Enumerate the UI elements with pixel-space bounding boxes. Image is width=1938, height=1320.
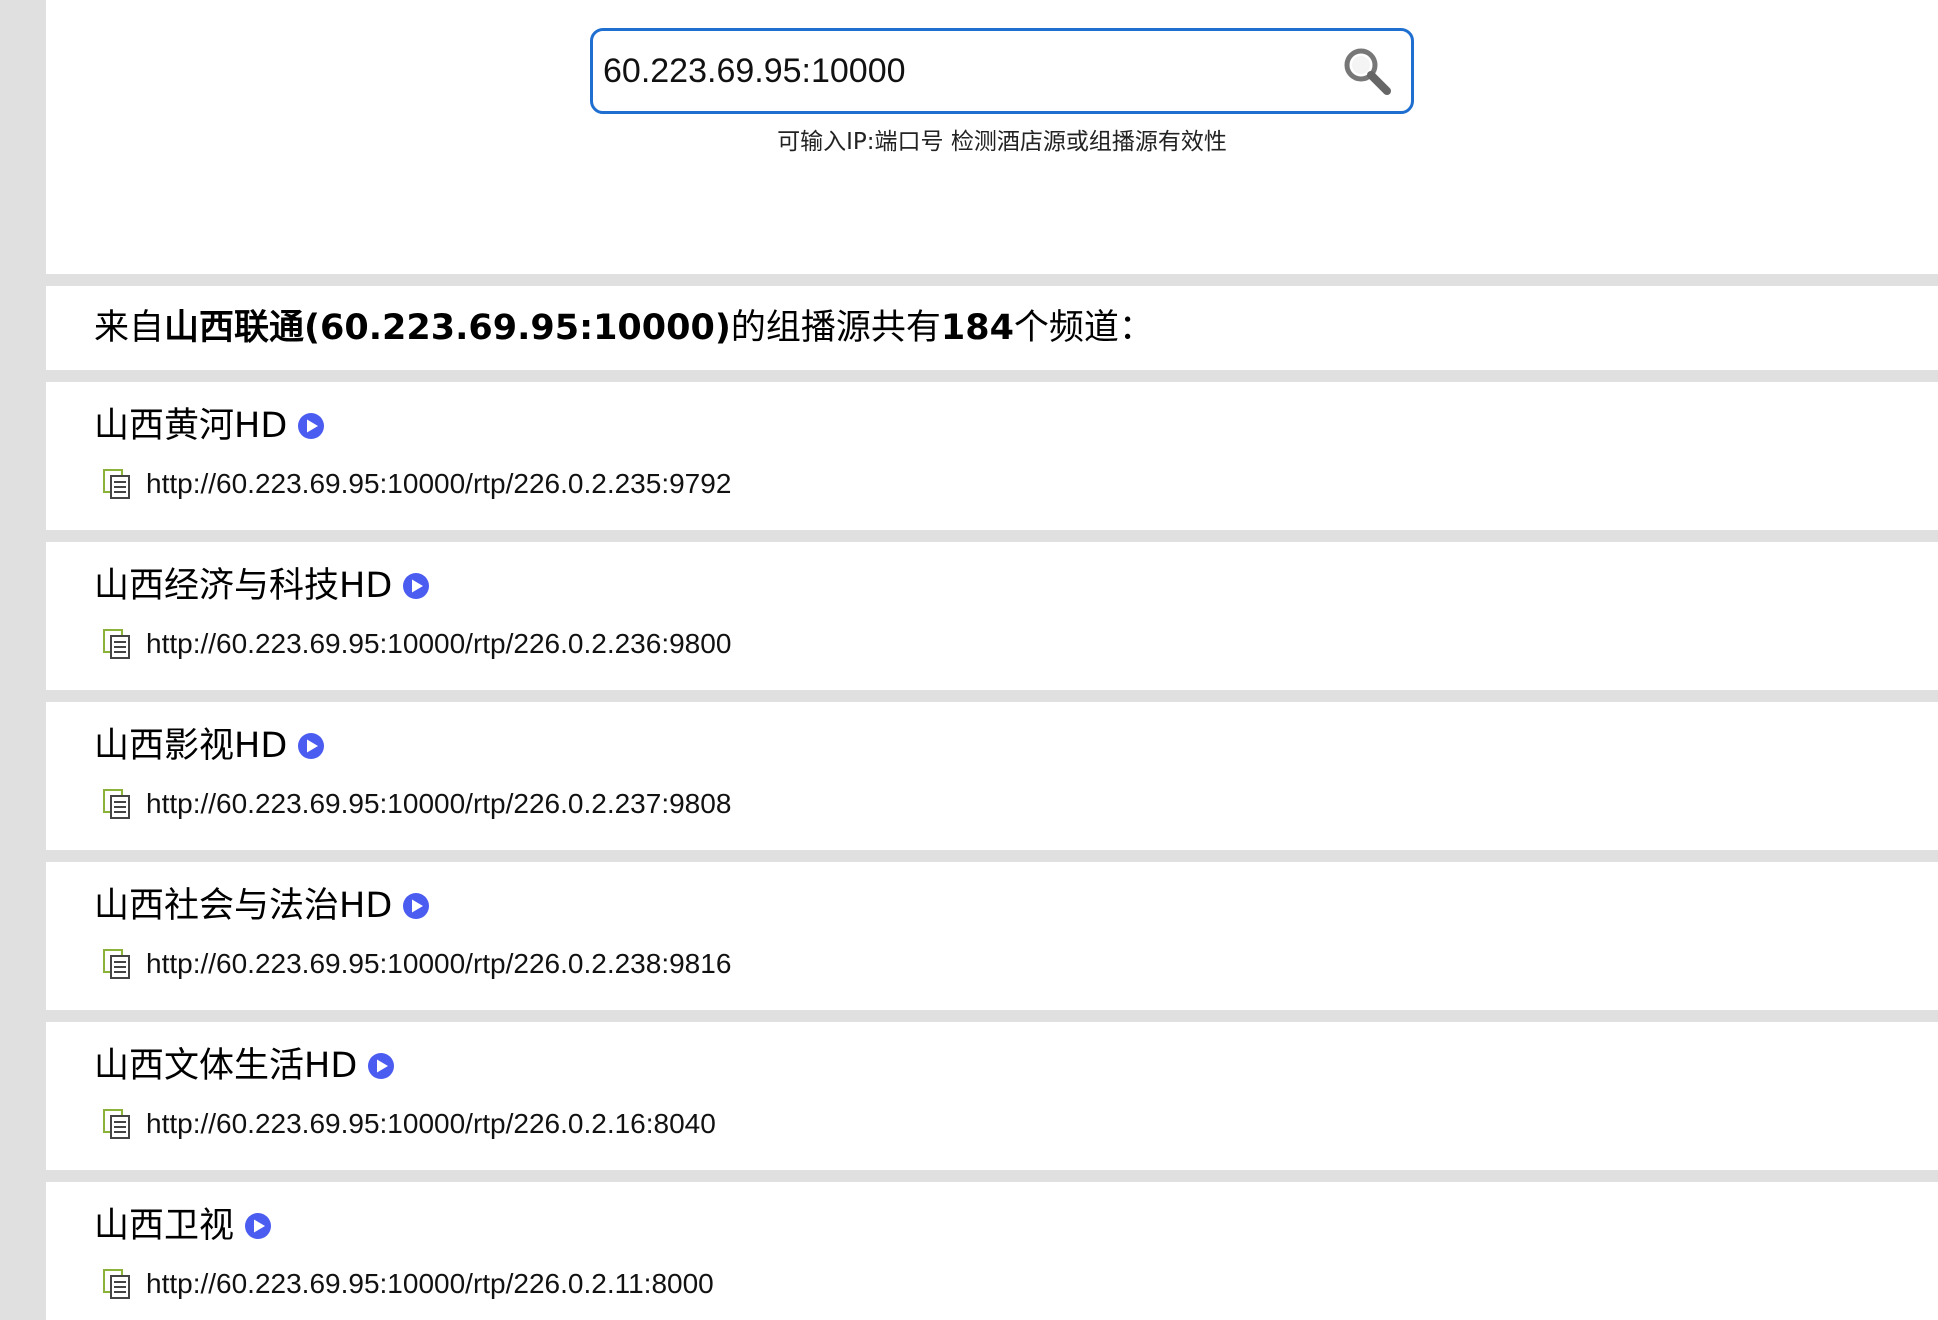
document-copy-icon[interactable]: [102, 1268, 132, 1300]
channel-name-row: 山西文体生活HD: [94, 1042, 395, 1090]
play-icon[interactable]: [402, 892, 430, 920]
channel-name: 山西卫视: [94, 1206, 235, 1246]
channel-url[interactable]: http://60.223.69.95:10000/rtp/226.0.2.16…: [146, 1108, 716, 1140]
channel-url-row: http://60.223.69.95:10000/rtp/226.0.2.23…: [102, 944, 731, 984]
channel-url-row: http://60.223.69.95:10000/rtp/226.0.2.23…: [102, 784, 731, 824]
channel-item: 山西文体生活HD http://60.223.69.95:10000/rtp/22…: [46, 1022, 1938, 1170]
channel-url[interactable]: http://60.223.69.95:10000/rtp/226.0.2.23…: [146, 788, 731, 820]
channel-item: 山西影视HD http://60.223.69.95:10000/rtp/226.…: [46, 702, 1938, 850]
search-icon[interactable]: [1339, 43, 1395, 99]
channel-url-row: http://60.223.69.95:10000/rtp/226.0.2.16…: [102, 1104, 716, 1144]
play-icon[interactable]: [297, 732, 325, 760]
channel-name: 山西社会与法治HD: [94, 886, 393, 926]
channel-item: 山西经济与科技HD http://60.223.69.95:10000/rtp/2…: [46, 542, 1938, 690]
channel-item: 山西黄河HD http://60.223.69.95:10000/rtp/226.…: [46, 382, 1938, 530]
channel-name-row: 山西社会与法治HD: [94, 882, 430, 930]
summary-middle: 的组播源共有: [730, 308, 941, 348]
channel-url[interactable]: http://60.223.69.95:10000/rtp/226.0.2.23…: [146, 948, 731, 980]
channel-name: 山西黄河HD: [94, 406, 288, 446]
search-section: 可输入IP:端口号 检测酒店源或组播源有效性: [46, 0, 1938, 274]
document-copy-icon[interactable]: [102, 948, 132, 980]
document-copy-icon[interactable]: [102, 1108, 132, 1140]
search-hint: 可输入IP:端口号 检测酒店源或组播源有效性: [777, 129, 1227, 155]
summary-source: 山西联通(60.223.69.95:10000): [164, 308, 731, 348]
play-icon[interactable]: [297, 412, 325, 440]
channel-name-row: 山西黄河HD: [94, 402, 325, 450]
document-copy-icon[interactable]: [102, 788, 132, 820]
document-copy-icon[interactable]: [102, 628, 132, 660]
channel-name: 山西经济与科技HD: [94, 566, 393, 606]
channel-item: 山西卫视 http://60.223.69.95:10000/rtp/226.0.…: [46, 1182, 1938, 1320]
search-input[interactable]: [603, 41, 1333, 101]
summary-prefix: 来自: [94, 308, 165, 348]
page: 可输入IP:端口号 检测酒店源或组播源有效性 来自山西联通(60.223.69.…: [46, 0, 1938, 1320]
play-icon[interactable]: [244, 1212, 272, 1240]
summary-count: 184: [940, 308, 1014, 348]
channel-name-row: 山西经济与科技HD: [94, 562, 430, 610]
channel-url[interactable]: http://60.223.69.95:10000/rtp/226.0.2.23…: [146, 468, 731, 500]
channel-item: 山西社会与法治HD http://60.223.69.95:10000/rtp/2…: [46, 862, 1938, 1010]
channel-summary: 来自山西联通(60.223.69.95:10000)的组播源共有184个频道：: [46, 286, 1938, 370]
search-box[interactable]: [590, 28, 1414, 114]
document-copy-icon[interactable]: [102, 468, 132, 500]
channel-url[interactable]: http://60.223.69.95:10000/rtp/226.0.2.23…: [146, 628, 731, 660]
play-icon[interactable]: [367, 1052, 395, 1080]
channel-name-row: 山西卫视: [94, 1202, 272, 1250]
channel-name: 山西文体生活HD: [94, 1046, 358, 1086]
channel-name: 山西影视HD: [94, 726, 288, 766]
channel-name-row: 山西影视HD: [94, 722, 325, 770]
summary-suffix: 个频道：: [1013, 308, 1154, 348]
channel-url-row: http://60.223.69.95:10000/rtp/226.0.2.23…: [102, 464, 731, 504]
play-icon[interactable]: [402, 572, 430, 600]
channel-url-row: http://60.223.69.95:10000/rtp/226.0.2.11…: [102, 1264, 714, 1304]
channel-url-row: http://60.223.69.95:10000/rtp/226.0.2.23…: [102, 624, 731, 664]
channel-url[interactable]: http://60.223.69.95:10000/rtp/226.0.2.11…: [146, 1268, 714, 1300]
